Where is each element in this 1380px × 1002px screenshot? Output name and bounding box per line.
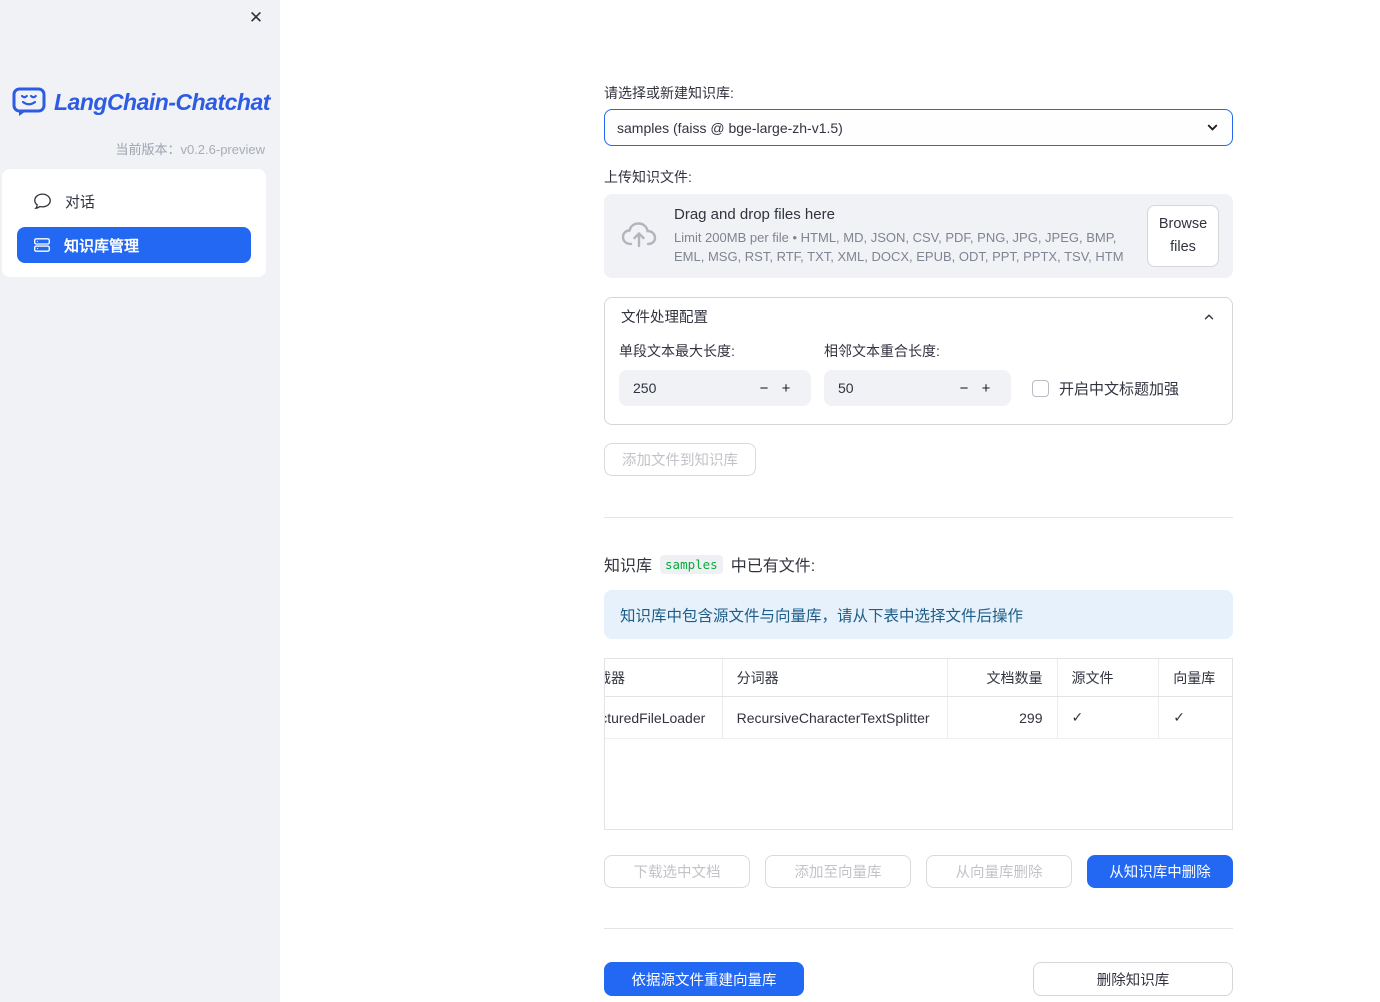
divider	[604, 517, 1233, 518]
overlap-size-input[interactable]: 50 − +	[824, 370, 1011, 406]
chunk-size-input[interactable]: 250 − +	[619, 370, 811, 406]
divider	[604, 928, 1233, 929]
cloud-upload-icon	[620, 219, 658, 253]
overlap-size-label: 相邻文本重合长度:	[824, 343, 940, 359]
cell-vector-check: ✓	[1158, 697, 1232, 738]
file-config-expander: 文件处理配置 单段文本最大长度: 250 − + 相邻文本重合长度: 50 − …	[604, 297, 1233, 425]
add-files-button[interactable]: 添加文件到知识库	[604, 443, 756, 476]
dropzone-instructions: Drag and drop files here Limit 200MB per…	[674, 206, 1131, 267]
sidebar: ✕ LangChain-Chatchat 当前版本：v0.2.6-preview…	[0, 0, 280, 1002]
delete-kb-button[interactable]: 删除知识库	[1033, 962, 1233, 996]
column-header-loader[interactable]: 文档加载器	[605, 659, 722, 696]
close-icon[interactable]: ✕	[244, 6, 268, 30]
chevron-up-icon	[1202, 310, 1216, 324]
cell-splitter: RecursiveCharacterTextSplitter	[721, 697, 947, 738]
hdd-stack-icon	[33, 236, 51, 254]
files-table: 文档加载器 分词器 文档数量 源文件 向量库 UnstructuredFileL…	[604, 658, 1233, 830]
sidebar-item-label: 对话	[65, 193, 96, 211]
overlap-size-value: 50	[838, 380, 854, 396]
dropzone-title: Drag and drop files here	[674, 205, 835, 223]
zh-title-enhance-checkbox[interactable]	[1032, 380, 1049, 397]
kb-select[interactable]: samples (faiss @ bge-large-zh-v1.5)	[604, 109, 1233, 146]
logo-chat-icon	[12, 87, 46, 118]
chunk-size-value: 250	[633, 380, 657, 396]
dropzone-limit-hint: Limit 200MB per file • HTML, MD, JSON, C…	[674, 229, 1124, 264]
sidebar-item-label: 知识库管理	[64, 237, 140, 255]
browse-files-button[interactable]: Browse files	[1147, 204, 1219, 268]
sidebar-menu: 对话 知识库管理	[2, 169, 266, 277]
file-dropzone[interactable]: Drag and drop files here Limit 200MB per…	[604, 194, 1233, 278]
chevron-down-icon	[1205, 120, 1220, 135]
file-actions-row: 下载选中文档 添加至向量库 从向量库删除 从知识库中删除	[604, 855, 1233, 888]
kb-name-code: samples	[660, 554, 723, 574]
delete-from-kb-button[interactable]: 从知识库中删除	[1087, 855, 1233, 888]
overlap-size-field: 相邻文本重合长度: 50 − +	[824, 341, 1011, 406]
info-text: 知识库中包含源文件与向量库，请从下表中选择文件后操作	[620, 607, 1024, 625]
version-info: 当前版本：v0.2.6-preview	[115, 139, 265, 158]
sidebar-item-dialogue[interactable]: 对话	[17, 183, 251, 219]
version-label: 当前版本：	[115, 142, 181, 157]
upload-label: 上传知识文件:	[604, 169, 692, 185]
table-header: 文档加载器 分词器 文档数量 源文件 向量库	[605, 659, 1232, 697]
info-banner: 知识库中包含源文件与向量库，请从下表中选择文件后操作	[604, 590, 1233, 639]
kb-files-heading: 知识库 samples 中已有文件:	[604, 552, 1233, 576]
expander-header[interactable]: 文件处理配置	[605, 298, 1232, 335]
cell-source-check: ✓	[1056, 697, 1159, 738]
column-header-docs-count[interactable]: 文档数量	[946, 659, 1057, 696]
column-header-splitter[interactable]: 分词器	[721, 659, 947, 696]
table-row[interactable]: UnstructuredFileLoader RecursiveCharacte…	[605, 697, 1232, 739]
kb-select-value: samples (faiss @ bge-large-zh-v1.5)	[617, 119, 843, 136]
remove-from-vector-store-button[interactable]: 从向量库删除	[926, 855, 1072, 888]
download-selected-button[interactable]: 下载选中文档	[604, 855, 750, 888]
minus-button[interactable]: −	[753, 380, 775, 397]
kb-actions-row: 依据源文件重建向量库 删除知识库	[604, 962, 1233, 996]
sidebar-item-knowledge-base[interactable]: 知识库管理	[17, 227, 251, 263]
chunk-size-label: 单段文本最大长度:	[619, 343, 735, 359]
expander-title: 文件处理配置	[621, 310, 708, 326]
column-header-vector-store[interactable]: 向量库	[1158, 659, 1232, 696]
plus-button[interactable]: +	[975, 380, 997, 397]
add-to-vector-store-button[interactable]: 添加至向量库	[765, 855, 911, 888]
kb-select-label: 请选择或新建知识库:	[604, 85, 734, 101]
expander-body: 单段文本最大长度: 250 − + 相邻文本重合长度: 50 − + 开启中文标…	[605, 335, 1232, 424]
minus-button[interactable]: −	[953, 380, 975, 397]
kb-files-prefix: 知识库	[604, 558, 653, 575]
chunk-size-field: 单段文本最大长度: 250 − +	[619, 341, 811, 406]
app-logo: LangChain-Chatchat	[12, 87, 270, 118]
version-value: v0.2.6-preview	[180, 142, 265, 157]
chat-icon	[33, 192, 52, 211]
plus-button[interactable]: +	[775, 380, 797, 397]
main-content: 请选择或新建知识库: samples (faiss @ bge-large-zh…	[604, 0, 1233, 996]
cell-loader: UnstructuredFileLoader	[605, 709, 706, 726]
cell-docs-count: 299	[946, 697, 1057, 738]
zh-title-enhance-field: 开启中文标题加强	[1032, 378, 1179, 399]
app-title: LangChain-Chatchat	[54, 89, 270, 115]
zh-title-enhance-label: 开启中文标题加强	[1059, 381, 1180, 398]
rebuild-vector-store-button[interactable]: 依据源文件重建向量库	[604, 962, 804, 996]
column-header-source-file[interactable]: 源文件	[1056, 659, 1159, 696]
kb-files-suffix: 中已有文件:	[730, 558, 816, 575]
